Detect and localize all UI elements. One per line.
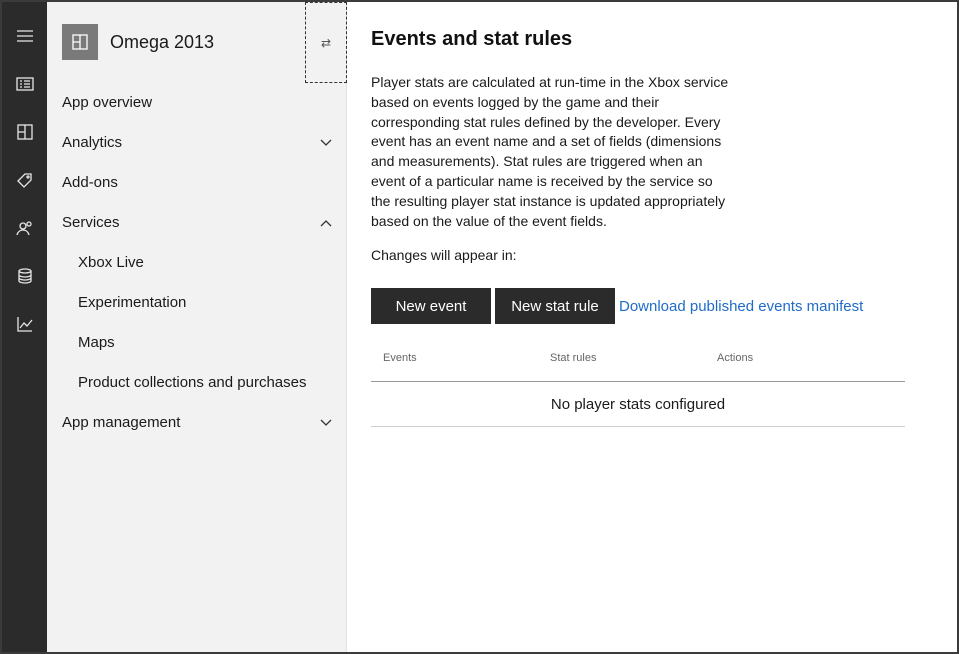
column-header-stat-rules[interactable]: Stat rules [538,352,705,364]
nav-item-app-overview[interactable]: App overview [47,82,346,122]
nav-item-label: App management [62,413,181,431]
nav-item-label: Analytics [62,133,123,151]
chevron-up-icon [320,214,332,231]
chart-icon[interactable] [2,300,47,348]
nav-item-label: App overview [62,93,153,111]
nav-item-product-collections[interactable]: Product collections and purchases [47,362,346,402]
app-name: Omega 2013 [110,31,215,52]
nav-item-xbox-live[interactable]: Xbox Live [47,242,346,282]
nav-item-analytics[interactable]: Analytics [47,122,346,162]
column-header-events[interactable]: Events [371,352,538,364]
nav-item-app-management[interactable]: App management [47,402,346,442]
new-stat-rule-button[interactable]: New stat rule [495,288,615,325]
apps-icon[interactable] [2,108,47,156]
switch-app-button[interactable]: ⇄ [305,2,347,83]
nav-list: App overview Analytics Add-ons Services … [47,82,346,442]
nav-item-label: Services [62,213,120,231]
actions-row: New event New stat rule Download publish… [371,288,933,325]
icon-rail [2,2,47,652]
nav-item-experimentation[interactable]: Experimentation [47,282,346,322]
page-description: Player stats are calculated at run-time … [371,74,729,229]
download-manifest-link[interactable]: Download published events manifest [619,298,863,315]
nav-item-label: Experimentation [78,293,187,311]
table-empty-message: No player stats configured [371,382,905,428]
changes-label: Changes will appear in: [371,247,517,264]
nav-item-label: Product collections and purchases [78,373,307,391]
new-event-button[interactable]: New event [371,288,491,325]
nav-item-add-ons[interactable]: Add-ons [47,162,346,202]
stats-table: Events Stat rules Actions No player stat… [371,352,905,428]
table-header: Events Stat rules Actions [371,352,905,383]
column-header-actions: Actions [717,352,754,365]
dashboard-icon[interactable] [2,60,47,108]
people-icon[interactable] [2,204,47,252]
nav-panel: Omega 2013 ⇄ App overview Analytics Add-… [47,2,347,652]
nav-item-maps[interactable]: Maps [47,322,346,362]
chevron-down-icon [320,134,332,151]
page-title: Events and stat rules [371,28,573,50]
main-content: Events and stat rules Player stats are c… [347,2,957,652]
app-frame: Omega 2013 ⇄ App overview Analytics Add-… [0,0,959,654]
hamburger-icon[interactable] [2,12,47,60]
nav-item-label: Maps [78,333,115,351]
chevron-down-icon [320,414,332,431]
swap-icon: ⇄ [320,35,332,50]
database-icon[interactable] [2,252,47,300]
nav-item-label: Add-ons [62,173,118,191]
nav-item-label: Xbox Live [78,253,144,271]
app-header: Omega 2013 [47,2,346,82]
nav-item-services[interactable]: Services [47,202,346,242]
app-tile-icon [62,24,98,60]
tag-icon[interactable] [2,156,47,204]
